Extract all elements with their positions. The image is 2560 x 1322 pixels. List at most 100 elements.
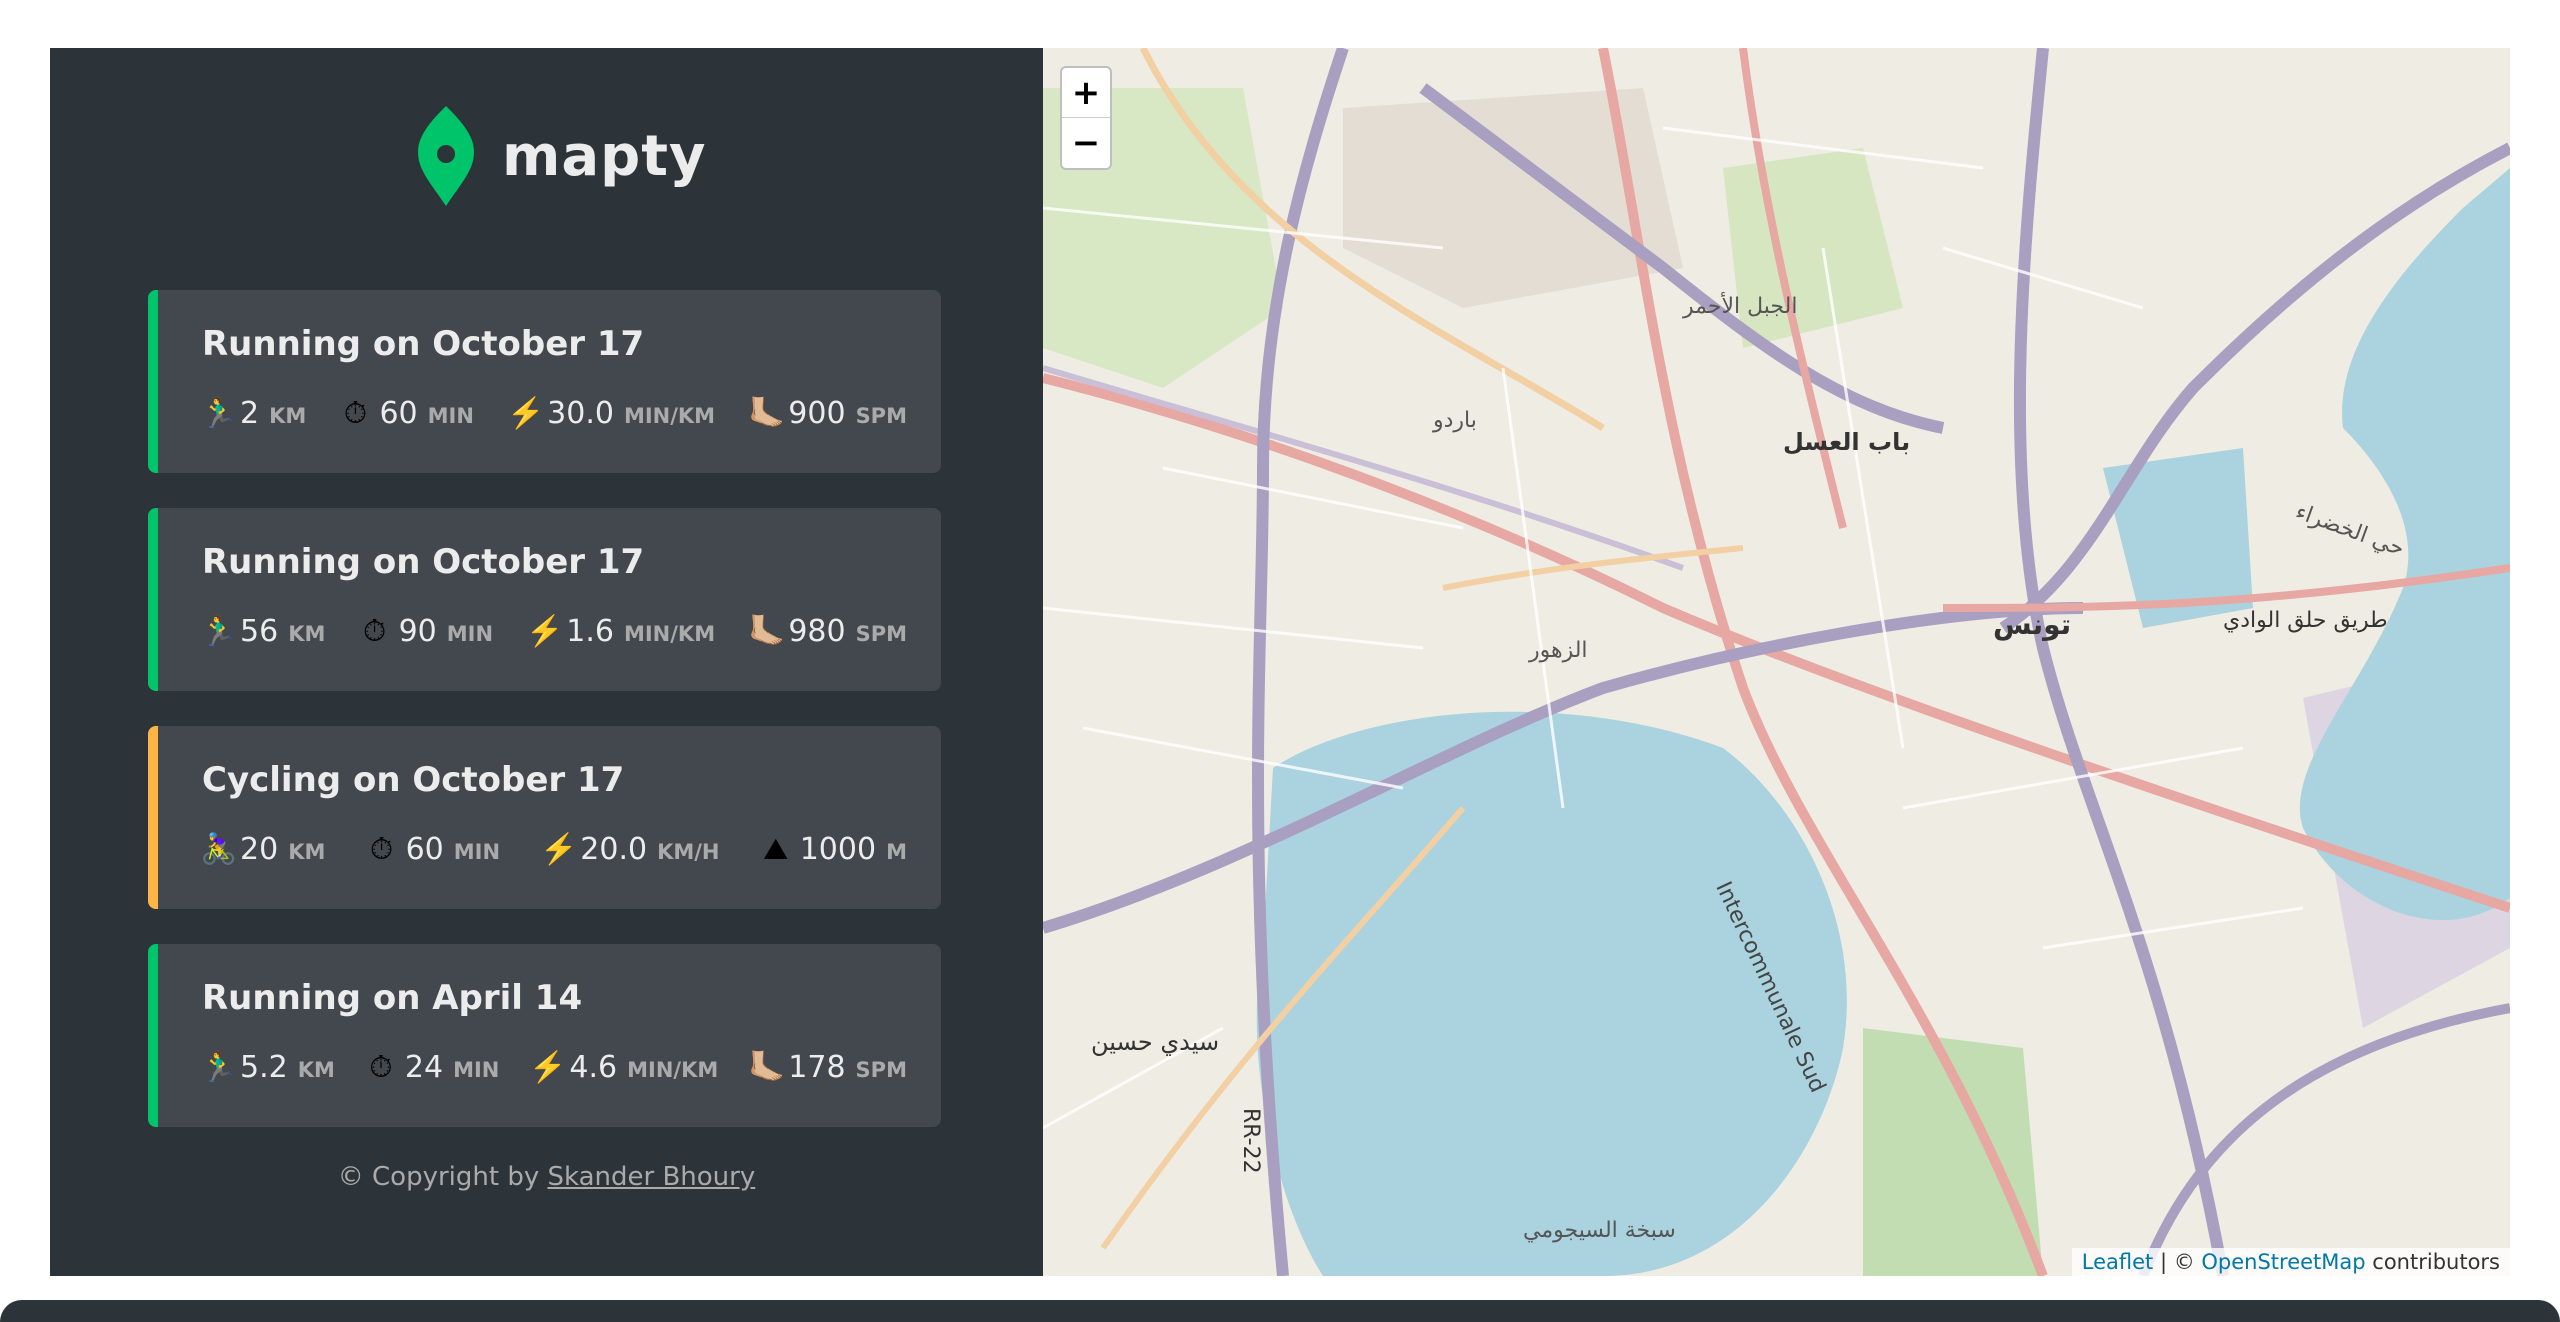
app-name: mapty: [502, 123, 707, 189]
author-link[interactable]: Skander Bhoury: [547, 1162, 755, 1192]
workout-distance: 🏃‍♂️ 5.2 km: [200, 1050, 335, 1085]
workout-title: Running on October 17: [202, 324, 645, 364]
workout-title: Running on April 14: [202, 978, 583, 1018]
workout-pace: ⚡️ 1.6 min/km: [526, 614, 715, 649]
workout-accent-bar: [148, 290, 158, 473]
workout-value: 980: [788, 614, 846, 649]
workout-card-running[interactable]: Running on October 17 🏃‍♂️ 2 km ⏱ 60 min ⚡️ 30.0…: [148, 290, 941, 473]
workout-cadence: 🦶🏼 178 spm: [748, 1050, 907, 1085]
workout-unit: spm: [855, 622, 907, 646]
workout-unit: min: [427, 404, 474, 428]
workout-accent-bar: [148, 726, 158, 909]
zoom-out-button[interactable]: −: [1062, 118, 1110, 168]
workout-details: 🚴‍♀️ 20 km ⏱ 60 min ⚡️ 20.0 km/h ⛰ 1000 m: [200, 832, 907, 867]
workout-value: 4.6: [569, 1050, 618, 1085]
zoom-in-button[interactable]: +: [1062, 68, 1110, 118]
workout-unit: min: [453, 840, 501, 864]
logo: mapty: [416, 104, 707, 208]
workout-duration: ⏱ 90 min: [359, 614, 493, 649]
workout-pace: ⚡️ 30.0 min/km: [507, 396, 715, 431]
stopwatch-icon: ⏱: [369, 832, 394, 867]
workout-value: 1.6: [566, 614, 614, 649]
workout-unit: min/km: [623, 622, 716, 646]
workout-value: 20.0: [580, 832, 648, 867]
leaflet-link[interactable]: Leaflet: [2082, 1250, 2154, 1274]
workout-accent-bar: [148, 944, 158, 1127]
map-label: RR-22: [1238, 1108, 1263, 1174]
workout-value: 900: [788, 396, 846, 431]
window-bottom-edge: [0, 1300, 2560, 1322]
workout-value: 178: [788, 1050, 846, 1085]
lightning-icon: ⚡️: [529, 1050, 567, 1085]
workout-details: 🏃‍♂️ 56 km ⏱ 90 min ⚡️ 1.6 min/km 🦶🏼 980 spm: [200, 614, 907, 649]
map-label: باب العسل: [1783, 428, 1911, 456]
workout-unit: min/km: [623, 404, 716, 428]
workout-unit: km: [288, 622, 326, 646]
workout-value: 90: [398, 614, 437, 649]
stopwatch-icon: ⏱: [362, 614, 387, 649]
foot-icon: 🦶🏼: [748, 1050, 786, 1085]
workout-value: 56: [240, 614, 279, 649]
workout-value: 60: [405, 832, 444, 867]
workout-details: 🏃‍♂️ 5.2 km ⏱ 24 min ⚡️ 4.6 min/km 🦶🏼 178 spm: [200, 1050, 907, 1085]
zoom-control: + −: [1060, 66, 1112, 170]
map-label: تونس: [1993, 608, 2072, 641]
workout-value: 5.2: [240, 1050, 288, 1085]
lightning-icon: ⚡️: [540, 832, 578, 867]
workout-value: 1000: [799, 832, 877, 867]
attribution-suffix: contributors: [2365, 1250, 2500, 1274]
workout-value: 20: [240, 832, 279, 867]
workout-elevation: ⛰ 1000 m: [760, 832, 907, 867]
workout-unit: m: [886, 840, 907, 864]
workout-value: 24: [404, 1050, 444, 1085]
map[interactable]: تونس باب العسل باردو سيدي حسين Intercomm…: [1043, 48, 2510, 1276]
map-label: سبخة السيجومي: [1523, 1218, 1676, 1243]
mountain-icon: ⛰: [763, 832, 789, 867]
workout-value: 2: [240, 396, 260, 431]
workout-pace: ⚡️ 4.6 min/km: [529, 1050, 718, 1085]
openstreetmap-link[interactable]: OpenStreetMap: [2201, 1250, 2365, 1274]
runner-icon: 🏃‍♂️: [200, 614, 238, 649]
map-attribution: Leaflet | © OpenStreetMap contributors: [2071, 1248, 2510, 1276]
map-label: سيدي حسين: [1091, 1028, 1220, 1056]
workout-title: Cycling on October 17: [202, 760, 625, 800]
sidebar: mapty Running on October 17 🏃‍♂️ 2 km ⏱ 60 min…: [50, 48, 1043, 1276]
workout-unit: spm: [855, 1058, 907, 1082]
runner-icon: 🏃‍♂️: [200, 1050, 238, 1085]
workout-unit: min: [453, 1058, 500, 1082]
workout-unit: km: [269, 404, 307, 428]
workout-speed: ⚡️ 20.0 km/h: [540, 832, 719, 867]
workout-details: 🏃‍♂️ 2 km ⏱ 60 min ⚡️ 30.0 min/km 🦶🏼 900 spm: [200, 396, 907, 431]
workout-unit: km: [297, 1058, 335, 1082]
workout-value: 60: [379, 396, 418, 431]
workout-card-running[interactable]: Running on October 17 🏃‍♂️ 56 km ⏱ 90 min ⚡️ 1.6…: [148, 508, 941, 691]
map-label: الجبل الأحمر: [1683, 294, 1798, 319]
workout-unit: min/km: [627, 1058, 719, 1082]
foot-icon: 🦶🏼: [748, 614, 786, 649]
workout-duration: ⏱ 60 min: [366, 832, 500, 867]
attribution-separator: | ©: [2153, 1250, 2202, 1274]
workout-duration: ⏱ 24 min: [365, 1050, 499, 1085]
cyclist-icon: 🚴‍♀️: [200, 832, 238, 867]
copyright-prefix: © Copyright by: [337, 1162, 548, 1192]
map-label: طريق حلق الوادي: [2223, 608, 2388, 633]
workout-distance: 🏃‍♂️ 56 km: [200, 614, 325, 649]
map-pin-icon: [418, 106, 474, 206]
workout-title: Running on October 17: [202, 542, 645, 582]
workout-unit: min: [446, 622, 494, 646]
workout-unit: km: [288, 840, 326, 864]
runner-icon: 🏃‍♂️: [200, 396, 238, 431]
workout-card-cycling[interactable]: Cycling on October 17 🚴‍♀️ 20 km ⏱ 60 min ⚡️ 20.…: [148, 726, 941, 909]
foot-icon: 🦶🏼: [748, 396, 786, 431]
workout-card-running[interactable]: Running on April 14 🏃‍♂️ 5.2 km ⏱ 24 min ⚡️ 4.6 m…: [148, 944, 941, 1127]
map-tiles[interactable]: [1043, 48, 2510, 1276]
workout-value: 30.0: [547, 396, 614, 431]
map-label: باردو: [1433, 408, 1477, 433]
workout-unit: spm: [855, 404, 907, 428]
workout-distance: 🚴‍♀️ 20 km: [200, 832, 325, 867]
workout-duration: ⏱ 60 min: [339, 396, 474, 431]
stopwatch-icon: ⏱: [369, 1050, 393, 1085]
map-label: الزهور: [1529, 638, 1588, 663]
workout-accent-bar: [148, 508, 158, 691]
workout-cadence: 🦶🏼 900 spm: [748, 396, 907, 431]
